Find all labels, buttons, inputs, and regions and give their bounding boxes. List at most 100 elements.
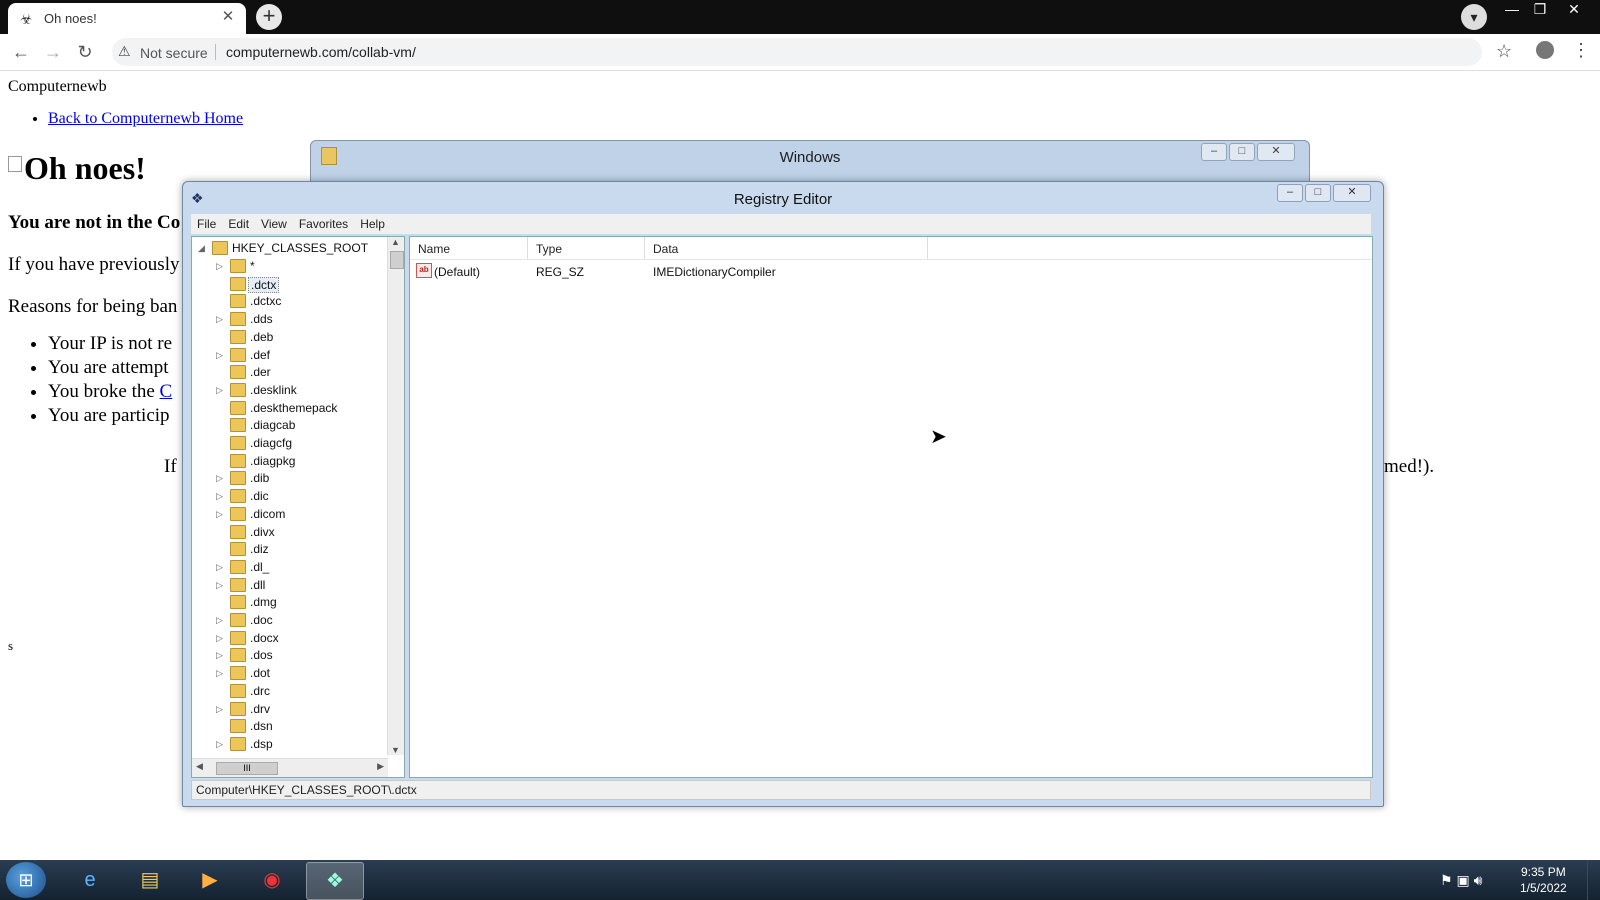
expand-arrow-icon[interactable]: ▷ — [216, 384, 226, 396]
expand-arrow-icon[interactable]: ▷ — [216, 260, 226, 272]
tree-key-label[interactable]: .deskthemepack — [250, 401, 337, 415]
expand-arrow-icon[interactable]: ▷ — [216, 667, 226, 679]
tree-key-label[interactable]: .dot — [250, 666, 270, 680]
tree-key-label[interactable]: .dos — [250, 648, 273, 662]
tree-key-label[interactable]: .der — [250, 365, 271, 379]
media-player-icon[interactable]: ▶ — [182, 862, 238, 898]
not-secure-label[interactable]: Not secure — [140, 45, 208, 61]
network-icon[interactable]: ▣ — [1456, 872, 1469, 888]
start-button[interactable]: ⊞ — [6, 862, 46, 898]
horizontal-scrollbar-thumb[interactable]: III — [216, 762, 278, 775]
close-icon[interactable]: ✕ — [1333, 184, 1371, 202]
column-header-data[interactable]: Data — [645, 237, 928, 259]
internet-explorer-icon[interactable]: e — [62, 862, 118, 898]
menu-help[interactable]: Help — [354, 214, 391, 231]
tree-key-label[interactable]: .dctx — [248, 276, 280, 293]
minimize-icon[interactable]: – — [1201, 143, 1227, 161]
taskbar-clock[interactable]: 9:35 PM 1/5/2022 — [1520, 864, 1567, 896]
file-explorer-icon[interactable]: ▤ — [122, 862, 178, 898]
minimize-icon[interactable]: — — [1498, 0, 1526, 20]
tree-key-label[interactable]: .dl_ — [250, 560, 269, 574]
action-center-flag-icon[interactable]: ⚑ — [1440, 872, 1453, 888]
collapse-arrow-icon[interactable]: ◢ — [198, 242, 208, 254]
tab-search-icon[interactable]: ▾ — [1461, 4, 1487, 30]
scroll-up-arrow-icon[interactable]: ▲ — [391, 237, 400, 247]
menu-favorites[interactable]: Favorites — [293, 214, 354, 231]
tab-close-icon[interactable]: ✕ — [220, 9, 236, 25]
scroll-left-arrow-icon[interactable]: ◀ — [196, 761, 203, 772]
tree-key-label[interactable]: .desklink — [250, 383, 297, 397]
expand-arrow-icon[interactable]: ▷ — [216, 490, 226, 502]
url-text[interactable]: computernewb.com/collab-vm/ — [226, 44, 416, 60]
browser-menu-icon[interactable]: ⋮ — [1572, 40, 1590, 61]
tree-key-label[interactable]: .docx — [250, 631, 279, 645]
minimize-icon[interactable]: – — [1277, 184, 1303, 202]
tree-key-label[interactable]: .divx — [250, 525, 275, 539]
tree-key-label[interactable]: .dicom — [250, 507, 285, 521]
address-bar[interactable]: ⚠ Not secure computernewb.com/collab-vm/ — [112, 38, 1482, 66]
tree-key-label[interactable]: .dsn — [250, 719, 273, 733]
maximize-icon[interactable]: □ — [1229, 143, 1255, 161]
menu-file[interactable]: File — [191, 214, 222, 231]
tree-key-label[interactable]: .dds — [250, 312, 273, 326]
warning-triangle-icon[interactable]: ⚠ — [118, 43, 131, 60]
expand-arrow-icon[interactable]: ▷ — [216, 649, 226, 661]
tree-key-label[interactable]: * — [250, 259, 255, 273]
restore-icon[interactable]: ❐ — [1526, 0, 1554, 20]
tree-key-label[interactable]: .dic — [250, 489, 269, 503]
registry-editor-taskbar-icon[interactable]: ❖ — [306, 862, 364, 900]
tree-key-label[interactable]: .dsp — [250, 737, 273, 751]
expand-arrow-icon[interactable]: ▷ — [216, 508, 226, 520]
profile-avatar-icon[interactable] — [1536, 41, 1554, 59]
value-list-pane[interactable]: Name Type Data ab (Default) REG_SZ IMEDi… — [409, 236, 1373, 778]
expand-arrow-icon[interactable]: ▷ — [216, 349, 226, 361]
scrollbar-thumb[interactable] — [390, 251, 404, 269]
expand-arrow-icon[interactable]: ▷ — [216, 614, 226, 626]
bookmark-star-icon[interactable]: ☆ — [1496, 41, 1512, 62]
menu-view[interactable]: View — [255, 214, 293, 231]
key-tree-pane[interactable]: ◢ HKEY_CLASSES_ROOT ▷ * .dctx .dctxc ▷ .dds .d… — [191, 236, 405, 778]
reload-icon[interactable]: ↻ — [74, 41, 96, 63]
rules-link[interactable]: C — [160, 381, 173, 402]
tree-root-label[interactable]: HKEY_CLASSES_ROOT — [232, 241, 368, 255]
tree-key-label[interactable]: .doc — [250, 613, 273, 627]
value-row[interactable]: ab (Default) REG_SZ IMEDictionaryCompile… — [410, 261, 1372, 281]
scroll-right-arrow-icon[interactable]: ▶ — [377, 761, 384, 772]
window-close-icon[interactable]: ✕ — [1560, 0, 1588, 20]
value-name[interactable]: (Default) — [434, 265, 480, 279]
expand-arrow-icon[interactable]: ▷ — [216, 313, 226, 325]
back-arrow-icon[interactable]: ← — [10, 41, 32, 63]
back-home-link[interactable]: Back to Computernewb Home — [48, 110, 243, 127]
tree-key-label[interactable]: .drv — [250, 702, 270, 716]
expand-arrow-icon[interactable]: ▷ — [216, 472, 226, 484]
tree-key-label[interactable]: .deb — [250, 330, 273, 344]
expand-arrow-icon[interactable]: ▷ — [216, 632, 226, 644]
forward-arrow-icon[interactable]: → — [42, 41, 64, 63]
show-desktop-button[interactable] — [1587, 860, 1600, 900]
tree-key-label[interactable]: .drc — [250, 684, 270, 698]
tree-key-label[interactable]: .dmg — [250, 595, 277, 609]
expand-arrow-icon[interactable]: ▷ — [216, 738, 226, 750]
expand-arrow-icon[interactable]: ▷ — [216, 561, 226, 573]
close-icon[interactable]: ✕ — [1257, 143, 1295, 161]
tree-key-label[interactable]: .dctxc — [250, 294, 281, 308]
menu-edit[interactable]: Edit — [222, 214, 255, 231]
column-header-type[interactable]: Type — [528, 237, 645, 259]
tree-vertical-scrollbar[interactable]: ▲ ▼ — [387, 237, 404, 755]
volume-icon[interactable]: 🔊︎ — [1474, 872, 1483, 888]
new-tab-button[interactable]: + — [256, 4, 282, 30]
tree-key-label[interactable]: .diz — [250, 542, 269, 556]
browser-tab[interactable]: ☣ Oh noes! ✕ — [8, 3, 246, 34]
maximize-icon[interactable]: □ — [1305, 184, 1331, 202]
expand-arrow-icon[interactable]: ▷ — [216, 579, 226, 591]
tree-key-label[interactable]: .diagpkg — [250, 454, 295, 468]
chrome-icon[interactable]: ◉ — [244, 862, 300, 898]
expand-arrow-icon[interactable]: ▷ — [216, 703, 226, 715]
scroll-down-arrow-icon[interactable]: ▼ — [391, 745, 400, 755]
tree-key-label[interactable]: .def — [250, 348, 270, 362]
tree-key-label[interactable]: .dib — [250, 471, 269, 485]
tree-key-label[interactable]: .dll — [250, 578, 265, 592]
tree-horizontal-scrollbar[interactable]: ◀ III ▶ — [192, 758, 388, 777]
tree-key-label[interactable]: .diagcfg — [250, 436, 292, 450]
tree-key-label[interactable]: .diagcab — [250, 418, 295, 432]
